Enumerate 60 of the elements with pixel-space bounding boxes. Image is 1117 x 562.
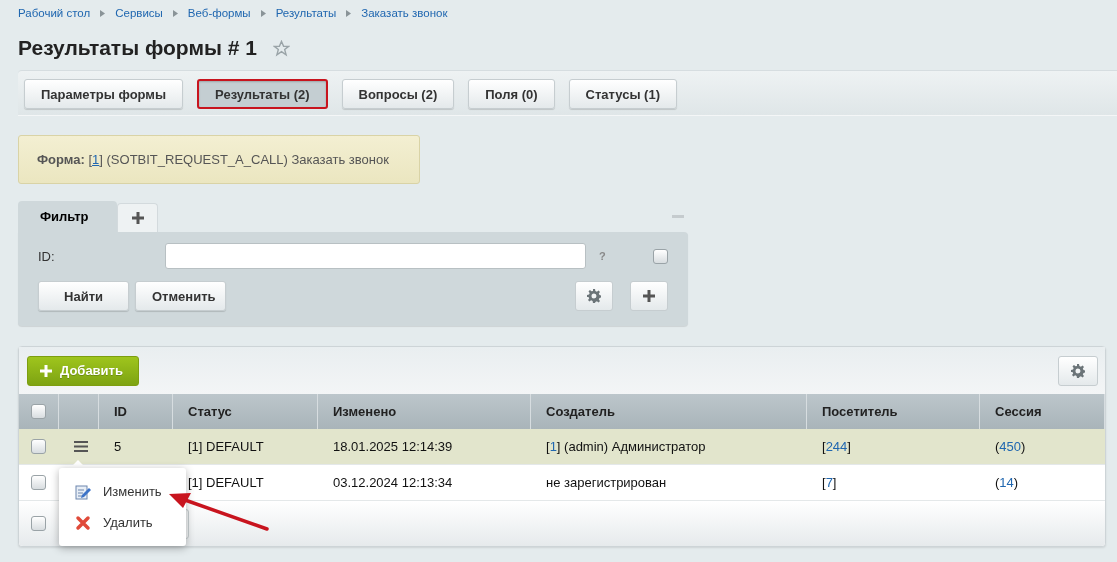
table-row[interactable]: 5 [1] DEFAULT 18.01.2025 12:14:39 [1] (admin) Администратор [244] (450) xyxy=(19,429,1105,465)
breadcrumb-link[interactable]: Результаты xyxy=(275,7,337,19)
add-field-button[interactable] xyxy=(630,281,668,311)
breadcrumb-link[interactable]: Веб-формы xyxy=(187,7,251,19)
table-cell: 5 xyxy=(114,439,122,454)
table-cell: 03.12.2024 12:13:34 xyxy=(333,475,453,490)
tab[interactable]: Результаты (2) xyxy=(197,79,328,109)
table-cell: [244] xyxy=(822,439,851,454)
id-input-field[interactable] xyxy=(165,243,586,269)
checkbox[interactable] xyxy=(31,475,46,490)
chevron-icon xyxy=(260,9,266,17)
menu-item[interactable]: Удалить xyxy=(59,507,157,538)
add-filter-tab[interactable] xyxy=(117,203,158,232)
tab[interactable]: Поля (0) xyxy=(468,79,555,109)
cell-link[interactable]: 450 xyxy=(999,439,1022,454)
cell-link[interactable]: 14 xyxy=(999,475,1014,490)
column-header[interactable]: Создатель xyxy=(546,404,615,419)
table-cell: (450) xyxy=(995,439,1026,454)
settings-button[interactable] xyxy=(575,281,613,311)
checkbox[interactable] xyxy=(31,516,46,531)
settings-icon xyxy=(1071,363,1085,378)
breadcrumb-link[interactable]: Заказать звонок xyxy=(361,7,448,19)
breadcrumb-link[interactable]: Рабочий стол xyxy=(18,7,91,19)
settings-button[interactable] xyxy=(1058,355,1098,386)
menu-icon[interactable] xyxy=(74,441,88,452)
settings-icon xyxy=(587,289,601,303)
find-button[interactable]: Найти xyxy=(38,281,129,311)
plus-icon xyxy=(643,290,655,302)
chevron-icon xyxy=(346,9,352,17)
cancel-button[interactable]: Отменить xyxy=(135,281,226,311)
info-text: Форма: [1] (SOTBIT_REQUEST_A_CALL) Заказать звонок xyxy=(37,152,389,167)
field-label: ID: xyxy=(38,248,56,264)
column-header[interactable]: ID xyxy=(114,404,127,419)
checkbox[interactable] xyxy=(31,404,46,419)
chevron-icon xyxy=(172,9,178,17)
table-cell: [7] xyxy=(822,475,837,490)
column-header[interactable]: Изменено xyxy=(333,404,397,419)
table-cell: [1] (admin) Администратор xyxy=(546,439,706,454)
tab[interactable]: Вопросы (2) xyxy=(341,79,455,109)
chevron-icon xyxy=(100,9,106,17)
checkbox[interactable] xyxy=(31,439,46,454)
column-header[interactable]: Сессия xyxy=(995,404,1042,419)
column-header[interactable]: Статус xyxy=(188,404,232,419)
breadcrumb-link[interactable]: Сервисы xyxy=(115,7,163,19)
plus-icon xyxy=(131,212,144,224)
star-icon[interactable] xyxy=(272,39,290,57)
table-cell: 18.01.2025 12:14:39 xyxy=(333,439,453,454)
table-cell: [1] DEFAULT xyxy=(188,475,264,490)
table-cell: (14) xyxy=(995,475,1019,490)
plus-icon xyxy=(40,364,52,377)
table-cell: [1] DEFAULT xyxy=(188,439,264,454)
page-title: Результаты формы # 1 xyxy=(18,36,257,60)
filter-tab[interactable]: Фильтр xyxy=(18,201,117,232)
tab[interactable]: Параметры формы xyxy=(24,79,184,109)
tab[interactable]: Статусы (1) xyxy=(568,79,677,109)
delete-icon xyxy=(75,514,91,531)
column-header[interactable]: Посетитель xyxy=(822,404,898,419)
checkbox[interactable] xyxy=(653,248,668,264)
edit-icon xyxy=(75,483,91,500)
table-cell: не зарегистрирован xyxy=(546,475,667,490)
